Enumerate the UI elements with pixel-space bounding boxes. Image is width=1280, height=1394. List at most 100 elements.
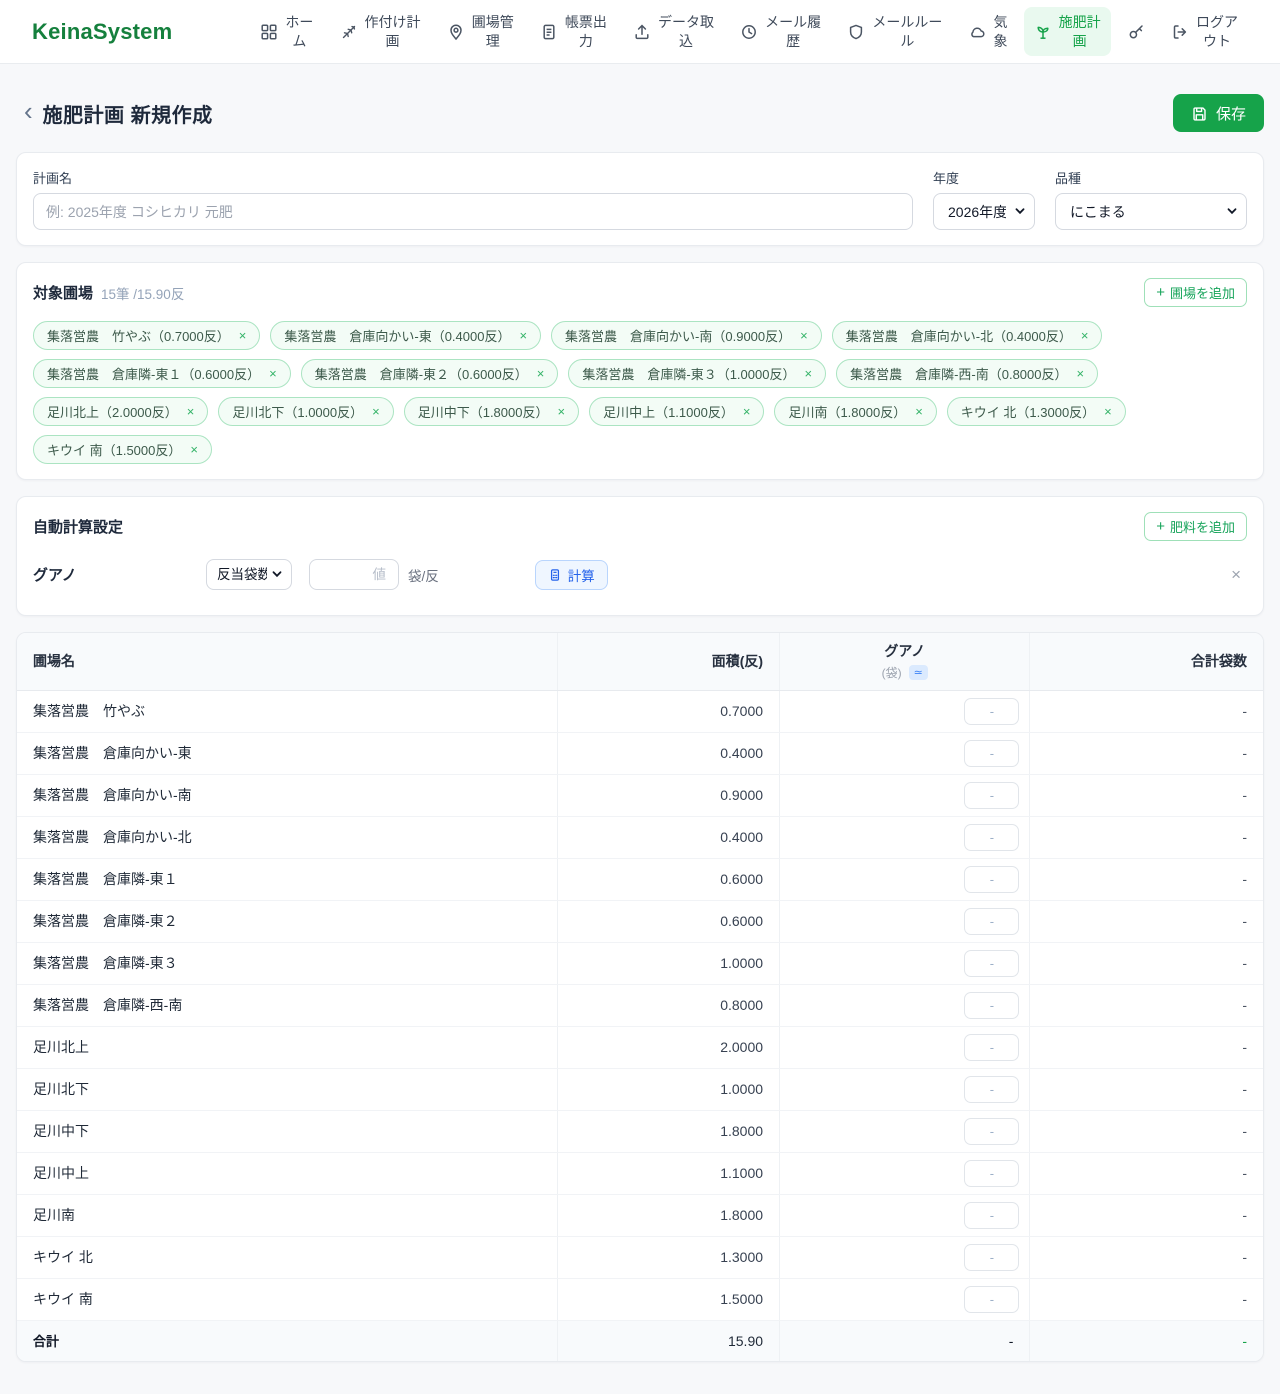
field-area-cell: 0.8000	[558, 984, 780, 1026]
header-guano: グアノ (袋) ≃	[780, 633, 1030, 690]
chip-remove-icon[interactable]: ×	[190, 442, 198, 457]
chip-remove-icon[interactable]: ×	[743, 404, 751, 419]
document-icon	[540, 23, 558, 41]
chip-remove-icon[interactable]: ×	[372, 404, 380, 419]
year-label: 年度	[933, 168, 1035, 187]
field-name-cell: 集落営農 倉庫隣-東３	[17, 942, 558, 984]
table-row: 集落営農 倉庫隣-西-南 0.8000 -	[17, 984, 1263, 1026]
nav-item-data-import[interactable]: データ取 込	[623, 7, 724, 57]
footer-bags-total: -	[1030, 1320, 1263, 1361]
chip-remove-icon[interactable]: ×	[269, 366, 277, 381]
guano-bags-input[interactable]	[964, 1286, 1019, 1313]
guano-cell	[780, 1278, 1030, 1320]
page-content: ‹ 施肥計画 新規作成 保存 計画名 年度 2026年度	[0, 94, 1280, 1394]
page-title: 施肥計画 新規作成	[43, 99, 213, 128]
guano-cell	[780, 900, 1030, 942]
chip-remove-icon[interactable]: ×	[239, 328, 247, 343]
guano-bags-input[interactable]	[964, 824, 1019, 851]
guano-cell	[780, 1068, 1030, 1110]
row-total-cell: -	[1030, 1236, 1263, 1278]
page-header: ‹ 施肥計画 新規作成 保存	[16, 94, 1264, 132]
year-select[interactable]: 2026年度	[933, 193, 1035, 230]
save-floppy-icon	[1191, 105, 1208, 122]
row-total-cell: -	[1030, 900, 1263, 942]
field-chip-label: キウイ 北（1.3000反）	[961, 402, 1095, 421]
remove-fertilizer-icon[interactable]: ×	[1225, 565, 1247, 585]
nav-item-home[interactable]: ホー ム	[250, 7, 323, 57]
nav-item-field-management[interactable]: 圃場管 理	[437, 7, 524, 57]
history-clock-icon	[740, 23, 758, 41]
brand-logo[interactable]: KeinaSystem	[32, 19, 172, 45]
back-chevron-icon[interactable]: ‹	[16, 98, 43, 128]
nav-item-label: 気 象	[993, 13, 1007, 51]
field-chip-label: 集落営農 倉庫隣-東１（0.6000反）	[47, 364, 260, 383]
guano-bags-input[interactable]	[964, 1076, 1019, 1103]
chip-remove-icon[interactable]: ×	[1076, 366, 1084, 381]
nav-item-mail-rules[interactable]: メールルー ル	[837, 7, 952, 57]
guano-bags-input[interactable]	[964, 1034, 1019, 1061]
calc-mode-select[interactable]: 反当袋数	[206, 559, 292, 590]
chip-remove-icon[interactable]: ×	[187, 404, 195, 419]
field-name-cell: 足川北下	[17, 1068, 558, 1110]
guano-bags-input[interactable]	[964, 782, 1019, 809]
row-total-cell: -	[1030, 1194, 1263, 1236]
guano-bags-input[interactable]	[964, 740, 1019, 767]
add-fertilizer-button[interactable]: + 肥料を追加	[1144, 512, 1247, 541]
plan-name-label: 計画名	[33, 168, 913, 187]
field-name-cell: 集落営農 倉庫隣-東１	[17, 858, 558, 900]
nav-item-fertilization-plan[interactable]: 施肥計 画	[1024, 7, 1111, 57]
nav-item-key[interactable]	[1117, 17, 1155, 47]
guano-bags-input[interactable]	[964, 1118, 1019, 1145]
nav-item-weather[interactable]: 気 象	[958, 7, 1017, 57]
chip-remove-icon[interactable]: ×	[537, 366, 545, 381]
guano-bags-input[interactable]	[964, 1160, 1019, 1187]
guano-bags-input[interactable]	[964, 698, 1019, 725]
chip-remove-icon[interactable]: ×	[804, 366, 812, 381]
chip-remove-icon[interactable]: ×	[915, 404, 923, 419]
nav-item-report-output[interactable]: 帳票出 力	[530, 7, 617, 57]
calculate-button-label: 計算	[568, 565, 595, 585]
top-navigation: KeinaSystem ホー ム 作付け計 画 圃場管 理 帳票出 力	[0, 0, 1280, 64]
nav-item-logout[interactable]: ログア ウト	[1161, 7, 1248, 57]
calculate-button[interactable]: 計算	[535, 560, 608, 590]
field-area-cell: 1.0000	[558, 1068, 780, 1110]
guano-bags-input[interactable]	[964, 866, 1019, 893]
chip-remove-icon[interactable]: ×	[800, 328, 808, 343]
variety-select[interactable]: にこまる	[1055, 193, 1247, 230]
field-chip: 足川南（1.8000反） ×	[774, 397, 936, 426]
save-button-label: 保存	[1216, 103, 1246, 124]
fields-table: 圃場名 面積(反) グアノ (袋) ≃ 合計袋数 集落営農 竹やぶ 0.7000	[17, 633, 1263, 1361]
guano-bags-input[interactable]	[964, 1202, 1019, 1229]
nav-item-label: メール履 歴	[765, 13, 821, 51]
guano-bags-input[interactable]	[964, 950, 1019, 977]
guano-cell	[780, 1110, 1030, 1152]
row-total-cell: -	[1030, 984, 1263, 1026]
chip-remove-icon[interactable]: ×	[1104, 404, 1112, 419]
guano-bags-input[interactable]	[964, 908, 1019, 935]
nav-item-mail-history[interactable]: メール履 歴	[730, 7, 831, 57]
plan-name-input[interactable]	[33, 193, 913, 230]
table-row: 足川中上 1.1000 -	[17, 1152, 1263, 1194]
nav-item-planting-plan[interactable]: 作付け計 画	[330, 7, 431, 57]
field-chip-label: 足川中上（1.1000反）	[603, 402, 734, 421]
field-chip-label: 集落営農 倉庫隣-東３（1.0000反）	[582, 364, 795, 383]
nav-item-label: データ取 込	[658, 13, 714, 51]
chip-remove-icon[interactable]: ×	[519, 328, 527, 343]
calc-value-input[interactable]	[309, 559, 399, 590]
add-field-button[interactable]: + 圃場を追加	[1144, 278, 1247, 307]
key-icon	[1127, 23, 1145, 41]
approx-rounding-badge[interactable]: ≃	[909, 665, 928, 680]
table-row: 集落営農 倉庫向かい-北 0.4000 -	[17, 816, 1263, 858]
save-button[interactable]: 保存	[1173, 94, 1264, 132]
field-name-cell: キウイ 北	[17, 1236, 558, 1278]
field-name-cell: 足川中上	[17, 1152, 558, 1194]
chip-remove-icon[interactable]: ×	[557, 404, 565, 419]
chip-remove-icon[interactable]: ×	[1081, 328, 1089, 343]
shield-icon	[847, 23, 865, 41]
field-name-cell: 足川北上	[17, 1026, 558, 1068]
field-chip-label: 集落営農 倉庫向かい-東（0.4000反）	[284, 326, 510, 345]
guano-bags-input[interactable]	[964, 1244, 1019, 1271]
target-fields-card: 対象圃場 15筆 /15.90反 + 圃場を追加 集落営農 竹やぶ（0.7000…	[16, 262, 1264, 480]
field-chip: 足川北上（2.0000反） ×	[33, 397, 208, 426]
guano-bags-input[interactable]	[964, 992, 1019, 1019]
